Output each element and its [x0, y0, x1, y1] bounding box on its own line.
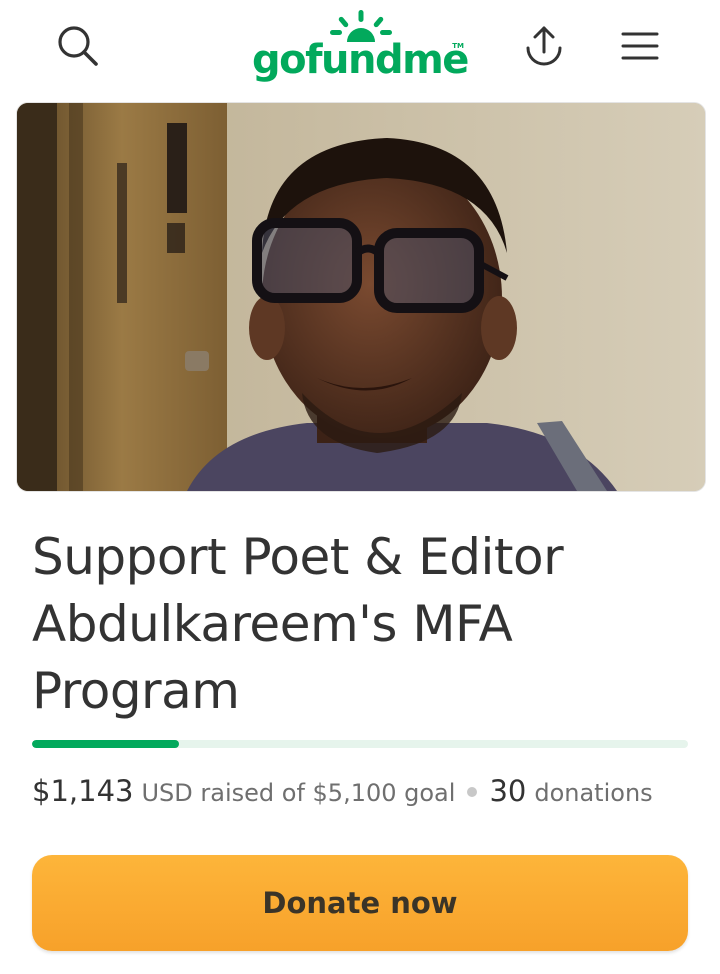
campaign-hero-image[interactable] [16, 102, 706, 492]
donation-stats: $1,143 USD raised of $5,100 goal 30 dona… [32, 774, 712, 814]
amount-raised: $1,143 [32, 774, 134, 808]
donations-count: 30 [489, 774, 527, 808]
top-nav: gofundme TM [0, 0, 720, 96]
campaign-photo [17, 103, 705, 491]
menu-icon [621, 32, 659, 60]
raised-of-goal-text: USD raised of $5,100 goal [141, 779, 456, 807]
share-icon [526, 26, 562, 66]
logo-wordmark: gofundme [252, 37, 469, 83]
menu-button[interactable] [612, 18, 668, 74]
separator-dot [467, 787, 478, 797]
share-button[interactable] [516, 18, 572, 74]
progress-fill [32, 740, 179, 748]
campaign-title: Support Poet & Editor Abdulkareem's MFA … [32, 528, 564, 720]
donate-now-button[interactable]: Donate now [32, 855, 688, 951]
search-icon [58, 26, 98, 66]
search-button[interactable] [50, 18, 106, 74]
fundraising-progress-bar [32, 740, 688, 748]
logo-trademark: TM [452, 42, 464, 50]
gofundme-logo[interactable]: gofundme TM [252, 8, 469, 86]
donations-label: donations [534, 779, 653, 807]
